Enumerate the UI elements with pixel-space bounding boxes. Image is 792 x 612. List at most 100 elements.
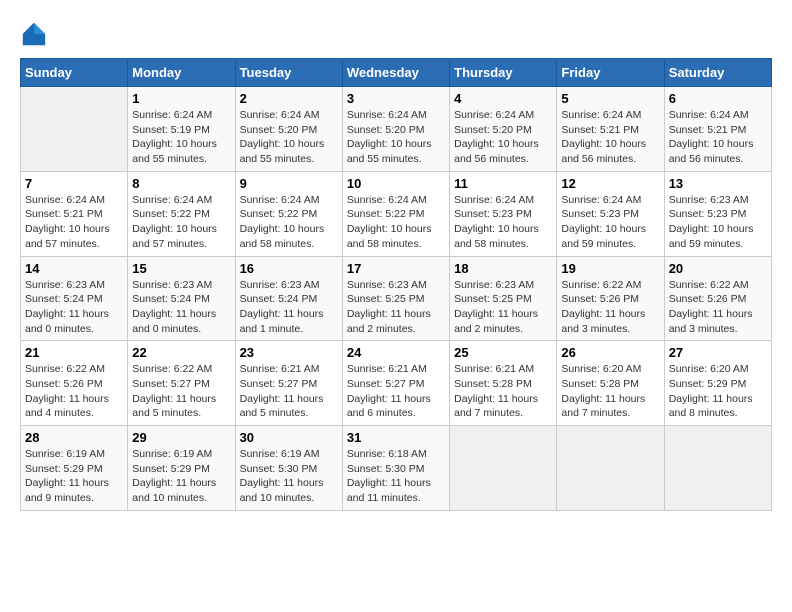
day-of-week-header: Wednesday (342, 59, 449, 87)
calendar-table: SundayMondayTuesdayWednesdayThursdayFrid… (20, 58, 772, 511)
calendar-cell: 7 Sunrise: 6:24 AM Sunset: 5:21 PM Daylig… (21, 171, 128, 256)
day-number: 11 (454, 176, 552, 191)
calendar-cell: 1 Sunrise: 6:24 AM Sunset: 5:19 PM Daylig… (128, 87, 235, 172)
calendar-cell (450, 426, 557, 511)
calendar-cell: 24 Sunrise: 6:21 AM Sunset: 5:27 PM Dayli… (342, 341, 449, 426)
page-header (20, 20, 772, 48)
day-number: 19 (561, 261, 659, 276)
calendar-cell: 28 Sunrise: 6:19 AM Sunset: 5:29 PM Dayli… (21, 426, 128, 511)
calendar-cell: 16 Sunrise: 6:23 AM Sunset: 5:24 PM Dayli… (235, 256, 342, 341)
day-of-week-header: Monday (128, 59, 235, 87)
day-number: 2 (240, 91, 338, 106)
calendar-week-row: 21Sunrise: 6:22 AM Sunset: 5:26 PM Dayli… (21, 341, 772, 426)
day-number: 12 (561, 176, 659, 191)
day-info: Sunrise: 6:23 AM Sunset: 5:25 PM Dayligh… (454, 278, 552, 337)
day-info: Sunrise: 6:20 AM Sunset: 5:29 PM Dayligh… (669, 362, 767, 421)
day-of-week-header: Sunday (21, 59, 128, 87)
day-info: Sunrise: 6:24 AM Sunset: 5:20 PM Dayligh… (347, 108, 445, 167)
day-number: 9 (240, 176, 338, 191)
day-info: Sunrise: 6:19 AM Sunset: 5:29 PM Dayligh… (132, 447, 230, 506)
calendar-cell: 15 Sunrise: 6:23 AM Sunset: 5:24 PM Dayli… (128, 256, 235, 341)
calendar-cell: 30 Sunrise: 6:19 AM Sunset: 5:30 PM Dayli… (235, 426, 342, 511)
day-number: 21 (25, 345, 123, 360)
day-info: Sunrise: 6:24 AM Sunset: 5:23 PM Dayligh… (454, 193, 552, 252)
day-number: 6 (669, 91, 767, 106)
calendar-cell (557, 426, 664, 511)
calendar-cell: 13 Sunrise: 6:23 AM Sunset: 5:23 PM Dayli… (664, 171, 771, 256)
day-of-week-header: Tuesday (235, 59, 342, 87)
day-number: 25 (454, 345, 552, 360)
day-info: Sunrise: 6:21 AM Sunset: 5:28 PM Dayligh… (454, 362, 552, 421)
day-info: Sunrise: 6:23 AM Sunset: 5:24 PM Dayligh… (132, 278, 230, 337)
day-info: Sunrise: 6:21 AM Sunset: 5:27 PM Dayligh… (347, 362, 445, 421)
day-number: 26 (561, 345, 659, 360)
calendar-cell: 4 Sunrise: 6:24 AM Sunset: 5:20 PM Daylig… (450, 87, 557, 172)
calendar-week-row: 1 Sunrise: 6:24 AM Sunset: 5:19 PM Daylig… (21, 87, 772, 172)
calendar-cell: 17 Sunrise: 6:23 AM Sunset: 5:25 PM Dayli… (342, 256, 449, 341)
day-info: Sunrise: 6:24 AM Sunset: 5:22 PM Dayligh… (347, 193, 445, 252)
day-number: 14 (25, 261, 123, 276)
calendar-cell: 6Sunrise: 6:24 AM Sunset: 5:21 PM Daylig… (664, 87, 771, 172)
calendar-cell: 10Sunrise: 6:24 AM Sunset: 5:22 PM Dayli… (342, 171, 449, 256)
day-of-week-header: Friday (557, 59, 664, 87)
calendar-cell: 2Sunrise: 6:24 AM Sunset: 5:20 PM Daylig… (235, 87, 342, 172)
day-info: Sunrise: 6:24 AM Sunset: 5:20 PM Dayligh… (454, 108, 552, 167)
day-number: 16 (240, 261, 338, 276)
calendar-cell: 19 Sunrise: 6:22 AM Sunset: 5:26 PM Dayli… (557, 256, 664, 341)
day-info: Sunrise: 6:18 AM Sunset: 5:30 PM Dayligh… (347, 447, 445, 506)
calendar-week-row: 14 Sunrise: 6:23 AM Sunset: 5:24 PM Dayli… (21, 256, 772, 341)
day-number: 15 (132, 261, 230, 276)
calendar-cell (21, 87, 128, 172)
day-number: 28 (25, 430, 123, 445)
day-number: 17 (347, 261, 445, 276)
day-number: 4 (454, 91, 552, 106)
calendar-week-row: 7 Sunrise: 6:24 AM Sunset: 5:21 PM Daylig… (21, 171, 772, 256)
calendar-cell (664, 426, 771, 511)
day-info: Sunrise: 6:23 AM Sunset: 5:25 PM Dayligh… (347, 278, 445, 337)
day-info: Sunrise: 6:24 AM Sunset: 5:19 PM Dayligh… (132, 108, 230, 167)
day-of-week-header: Thursday (450, 59, 557, 87)
day-info: Sunrise: 6:22 AM Sunset: 5:26 PM Dayligh… (669, 278, 767, 337)
day-of-week-header: Saturday (664, 59, 771, 87)
calendar-cell: 27 Sunrise: 6:20 AM Sunset: 5:29 PM Dayli… (664, 341, 771, 426)
calendar-cell: 12 Sunrise: 6:24 AM Sunset: 5:23 PM Dayli… (557, 171, 664, 256)
calendar-cell: 5 Sunrise: 6:24 AM Sunset: 5:21 PM Daylig… (557, 87, 664, 172)
day-number: 27 (669, 345, 767, 360)
calendar-cell: 11 Sunrise: 6:24 AM Sunset: 5:23 PM Dayli… (450, 171, 557, 256)
day-info: Sunrise: 6:24 AM Sunset: 5:22 PM Dayligh… (240, 193, 338, 252)
day-number: 30 (240, 430, 338, 445)
day-info: Sunrise: 6:24 AM Sunset: 5:21 PM Dayligh… (561, 108, 659, 167)
day-info: Sunrise: 6:23 AM Sunset: 5:23 PM Dayligh… (669, 193, 767, 252)
calendar-cell: 8Sunrise: 6:24 AM Sunset: 5:22 PM Daylig… (128, 171, 235, 256)
day-number: 1 (132, 91, 230, 106)
day-info: Sunrise: 6:20 AM Sunset: 5:28 PM Dayligh… (561, 362, 659, 421)
calendar-cell: 26 Sunrise: 6:20 AM Sunset: 5:28 PM Dayli… (557, 341, 664, 426)
day-info: Sunrise: 6:24 AM Sunset: 5:23 PM Dayligh… (561, 193, 659, 252)
calendar-cell: 22Sunrise: 6:22 AM Sunset: 5:27 PM Dayli… (128, 341, 235, 426)
day-info: Sunrise: 6:19 AM Sunset: 5:30 PM Dayligh… (240, 447, 338, 506)
day-info: Sunrise: 6:24 AM Sunset: 5:21 PM Dayligh… (25, 193, 123, 252)
logo-icon (20, 20, 48, 48)
logo (20, 20, 52, 48)
calendar-cell: 29Sunrise: 6:19 AM Sunset: 5:29 PM Dayli… (128, 426, 235, 511)
day-number: 13 (669, 176, 767, 191)
calendar-cell: 23Sunrise: 6:21 AM Sunset: 5:27 PM Dayli… (235, 341, 342, 426)
day-number: 7 (25, 176, 123, 191)
day-number: 20 (669, 261, 767, 276)
day-info: Sunrise: 6:19 AM Sunset: 5:29 PM Dayligh… (25, 447, 123, 506)
day-info: Sunrise: 6:23 AM Sunset: 5:24 PM Dayligh… (25, 278, 123, 337)
day-number: 23 (240, 345, 338, 360)
day-number: 3 (347, 91, 445, 106)
calendar-cell: 25 Sunrise: 6:21 AM Sunset: 5:28 PM Dayli… (450, 341, 557, 426)
calendar-cell: 3 Sunrise: 6:24 AM Sunset: 5:20 PM Daylig… (342, 87, 449, 172)
day-info: Sunrise: 6:23 AM Sunset: 5:24 PM Dayligh… (240, 278, 338, 337)
day-number: 8 (132, 176, 230, 191)
calendar-cell: 18Sunrise: 6:23 AM Sunset: 5:25 PM Dayli… (450, 256, 557, 341)
calendar-cell: 14 Sunrise: 6:23 AM Sunset: 5:24 PM Dayli… (21, 256, 128, 341)
calendar-cell: 21Sunrise: 6:22 AM Sunset: 5:26 PM Dayli… (21, 341, 128, 426)
day-number: 24 (347, 345, 445, 360)
day-number: 5 (561, 91, 659, 106)
calendar-cell: 31Sunrise: 6:18 AM Sunset: 5:30 PM Dayli… (342, 426, 449, 511)
day-info: Sunrise: 6:22 AM Sunset: 5:26 PM Dayligh… (561, 278, 659, 337)
calendar-cell: 9 Sunrise: 6:24 AM Sunset: 5:22 PM Daylig… (235, 171, 342, 256)
